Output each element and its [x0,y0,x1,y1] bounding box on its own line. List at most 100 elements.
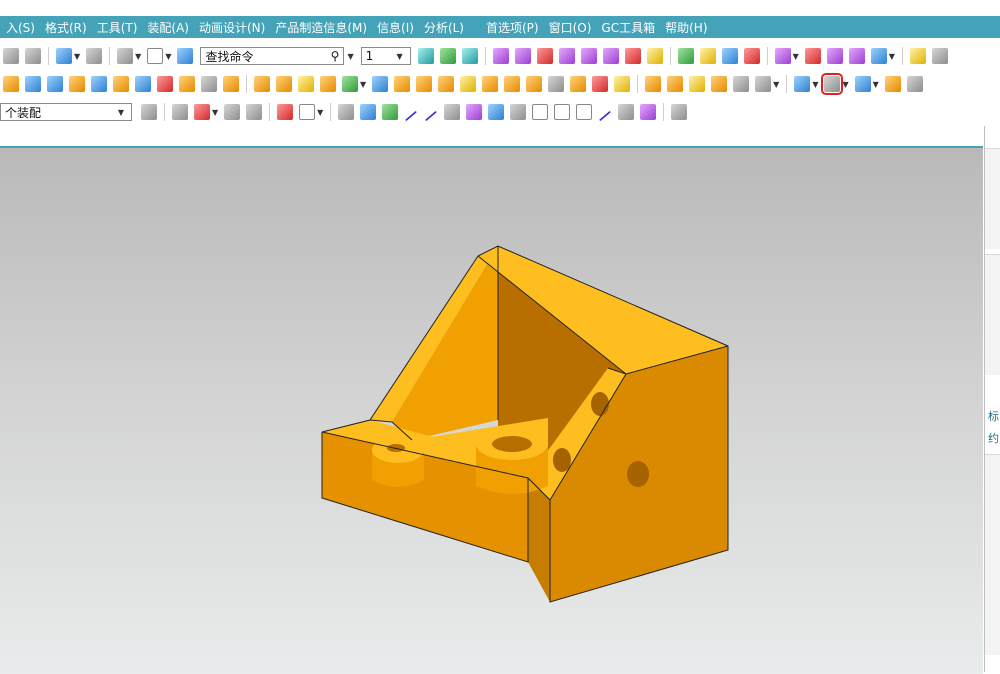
gear-icon[interactable] [141,104,157,120]
shade-dropdown-icon[interactable]: ▼ [773,80,779,89]
shell-icon[interactable] [460,76,477,92]
cone-icon[interactable] [91,76,107,92]
intersect-icon[interactable] [298,76,314,92]
sweep-icon[interactable] [614,76,631,92]
snap-center-point-icon[interactable] [532,104,549,120]
paste-icon[interactable] [25,48,41,64]
nx5-icon[interactable] [25,76,41,92]
menu-format[interactable]: 格式(R) [39,19,87,36]
assembly-filter-select[interactable]: 个装配 ▼ [0,103,132,121]
delete-face-icon[interactable] [689,76,706,92]
snap-grid-icon[interactable] [382,104,399,120]
menu-preferences[interactable]: 首选项(P) [480,19,539,36]
pad-icon[interactable] [179,76,195,92]
layer-settings-icon[interactable] [439,48,456,64]
snap-bounded-icon[interactable] [640,104,657,120]
trim-body-icon[interactable] [320,76,336,92]
render-dropdown-icon[interactable]: ▼ [842,80,848,89]
menu-help[interactable]: 帮助(H) [659,19,707,36]
selection-scope-select[interactable]: 1 ▼ [360,47,411,65]
snap-control-icon[interactable] [558,48,575,64]
select-component-icon[interactable] [743,48,760,64]
measure-distance-icon[interactable] [870,48,887,64]
replace-face-icon[interactable] [667,76,684,92]
info-filter-icon[interactable] [177,48,194,64]
draft-icon[interactable] [482,76,499,92]
section-view-icon[interactable] [884,76,901,92]
snap-curve-icon[interactable] [466,104,483,120]
redo-icon[interactable] [86,48,103,64]
select-dropdown-icon[interactable]: ▼ [212,108,218,117]
hole-icon[interactable] [570,76,587,92]
block-icon[interactable] [47,76,63,92]
view-orient-icon[interactable] [854,76,871,92]
wireframe-icon[interactable] [733,76,750,92]
layer-icon[interactable] [417,48,434,64]
snap-intersection-icon[interactable] [576,104,593,120]
split-body-icon[interactable] [548,76,565,92]
datum-plane-icon[interactable] [342,76,358,92]
sphere-icon[interactable] [113,76,129,92]
rect-dropdown-icon[interactable]: ▼ [317,108,323,117]
snap-quadrant-icon[interactable] [624,48,641,64]
snap-arc-icon[interactable] [444,104,461,120]
snap-intersect-icon[interactable] [580,48,597,64]
color-dropdown-icon[interactable]: ▼ [165,52,171,61]
menu-pmi[interactable]: 产品制造信息(M) [269,19,367,36]
paint-bucket-icon[interactable] [117,48,134,64]
snap-spline-icon[interactable] [488,104,505,120]
angle-icon[interactable] [804,48,821,64]
offset-face-icon[interactable] [504,76,521,92]
datum-dropdown-icon[interactable]: ▼ [360,80,366,89]
copy-icon[interactable] [3,48,19,64]
edge-blend-icon[interactable] [416,76,433,92]
snap-point-icon[interactable] [492,48,509,64]
paint-dropdown-icon[interactable]: ▼ [135,52,141,61]
pick-icon[interactable] [246,104,263,120]
menu-information[interactable]: 信息(I) [371,19,414,36]
menu-analysis[interactable]: 分析(L) [418,19,464,36]
lasso-icon[interactable] [277,104,294,120]
menu-window[interactable]: 窗口(O) [543,19,592,36]
shaded-with-edges-icon[interactable] [821,73,844,95]
measure-dropdown-icon[interactable]: ▼ [889,52,895,61]
thread-icon[interactable] [223,76,239,92]
search-icon[interactable]: ⚲ [331,49,340,63]
fit-dropdown-icon[interactable]: ▼ [812,80,818,89]
select-body-icon[interactable] [699,48,716,64]
snap-existing-icon[interactable] [646,48,663,64]
3d-model-bracket[interactable] [0,148,983,674]
measure-icon[interactable] [826,48,843,64]
snap-center-icon[interactable] [602,48,619,64]
snap-tangent-icon[interactable] [599,110,612,122]
orient-dropdown-icon[interactable]: ▼ [873,80,879,89]
search-dropdown-icon[interactable]: ▼ [347,52,353,61]
groove-icon[interactable] [201,76,217,92]
menu-insert[interactable]: 入(S) [0,19,35,36]
rib-icon[interactable] [592,76,609,92]
extrude-icon[interactable] [3,76,19,92]
menu-gc-toolkit[interactable]: GC工具箱 [595,19,655,36]
grid-icon[interactable] [671,104,688,120]
undo-dropdown-icon[interactable]: ▼ [74,52,80,61]
cylinder-icon[interactable] [69,76,85,92]
pattern-icon[interactable] [394,76,411,92]
scale-body-icon[interactable] [526,76,543,92]
synchronous-icon[interactable] [711,76,728,92]
subtract-icon[interactable] [276,76,292,92]
dimension-dropdown-icon[interactable]: ▼ [793,52,799,61]
menu-tools[interactable]: 工具(T) [91,19,138,36]
menu-animation[interactable]: 动画设计(N) [193,19,265,36]
select-feature-icon[interactable] [721,48,738,64]
snap-toggle-icon[interactable] [338,104,355,120]
unite-icon[interactable] [254,76,270,92]
snap-line-end-icon[interactable] [425,110,438,122]
snap-quad-icon[interactable] [554,104,571,120]
fit-view-icon[interactable] [794,76,811,92]
snap-mid-icon[interactable] [536,48,553,64]
measure-body-icon[interactable] [848,48,865,64]
boss-icon[interactable] [135,76,151,92]
chamfer-icon[interactable] [438,76,455,92]
snap-face-icon[interactable] [360,104,377,120]
pen-icon[interactable] [909,48,926,64]
